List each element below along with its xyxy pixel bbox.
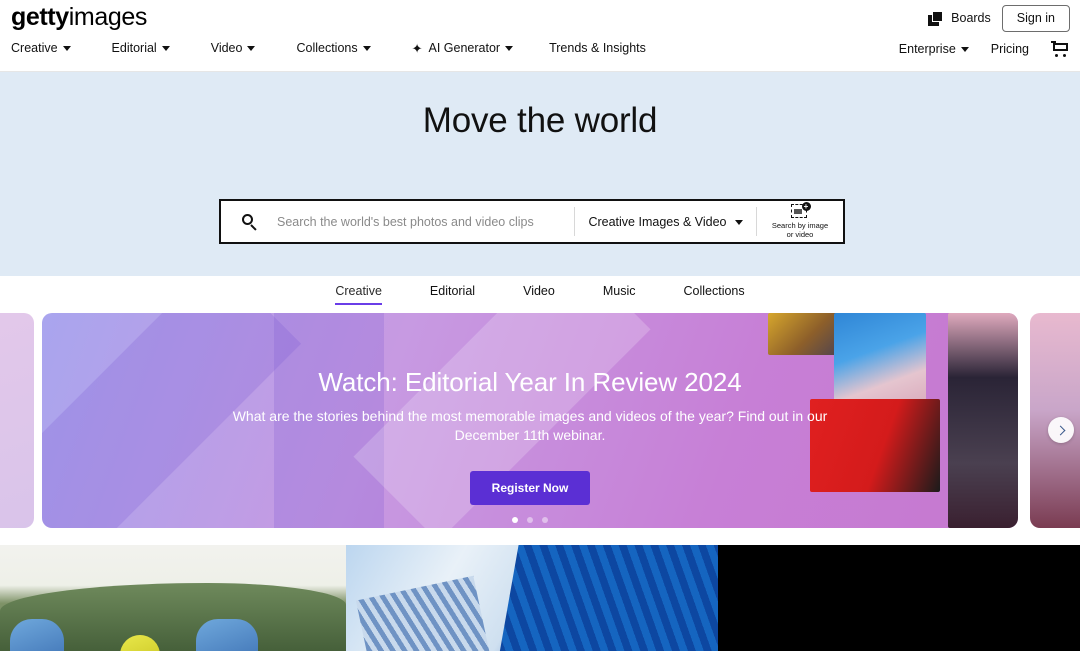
- chevron-down-icon: [505, 46, 514, 51]
- nav-item-trends-insights[interactable]: Trends & Insights: [549, 41, 646, 55]
- search-by-image-line2: or video: [786, 230, 814, 239]
- search-icon-wrapper: [221, 201, 277, 242]
- chevron-down-icon: [362, 46, 371, 51]
- chevron-right-icon: [1055, 425, 1065, 435]
- search-by-image-icon: +: [790, 202, 811, 220]
- carousel-dot-2[interactable]: [527, 516, 533, 523]
- promo-carousel: Watch: Editorial Year In Review 2024 Wha…: [0, 313, 1080, 545]
- carousel-previous-slide[interactable]: [0, 313, 34, 528]
- sparkle-icon: ✦: [411, 40, 423, 56]
- search-type-dropdown[interactable]: Creative Images & Video: [575, 201, 756, 242]
- tab-collections[interactable]: Collections: [683, 276, 744, 305]
- hiker-backpack-shape: [10, 619, 64, 651]
- tab-creative[interactable]: Creative: [335, 276, 382, 305]
- page-title: Move the world: [422, 101, 658, 140]
- glass-building-shape: [355, 575, 497, 651]
- hiker-backpack-shape: [196, 619, 258, 651]
- shopping-cart-icon[interactable]: [1051, 41, 1070, 57]
- nav-item-label: Creative: [11, 41, 58, 55]
- boards-label: Boards: [951, 11, 991, 26]
- search-by-image-button[interactable]: + Search by image or video: [757, 201, 843, 242]
- tab-editorial[interactable]: Editorial: [430, 276, 475, 305]
- black-panel[interactable]: [718, 545, 1080, 651]
- register-now-button[interactable]: Register Now: [469, 470, 591, 505]
- hikers-mountain-photo[interactable]: [0, 545, 346, 651]
- chevron-down-icon: [247, 46, 256, 51]
- chevron-down-icon: [161, 46, 170, 51]
- carousel-dot-1[interactable]: [512, 516, 518, 523]
- nav-item-creative[interactable]: Creative: [11, 41, 71, 55]
- nav-item-editorial[interactable]: Editorial: [112, 41, 170, 55]
- nav-item-ai-generator[interactable]: ✦ AI Generator: [411, 40, 514, 56]
- header-utility-group: Boards Sign in: [928, 5, 1070, 32]
- nav-left-group: Creative Editorial Video Collections ✦ A…: [0, 41, 646, 55]
- boards-stacked-icon: [928, 10, 944, 26]
- skyscraper-photo[interactable]: [346, 545, 718, 651]
- search-magnifier-icon: [241, 214, 257, 231]
- nav-item-video[interactable]: Video: [211, 41, 256, 55]
- carousel-pagination-dots: [512, 516, 548, 523]
- nav-item-label: Video: [210, 41, 243, 55]
- nav-item-pricing[interactable]: Pricing: [991, 42, 1029, 56]
- getty-images-homepage: gettyimages Boards Sign in Creative Edit…: [0, 0, 1080, 651]
- nav-item-label: Collections: [296, 41, 358, 55]
- site-header: gettyimages Boards Sign in Creative Edit…: [0, 0, 1080, 72]
- logo-normal-part: images: [68, 3, 148, 31]
- main-navigation: Creative Editorial Video Collections ✦ A…: [0, 41, 1080, 57]
- search-bar: Creative Images & Video + Search by imag…: [219, 199, 845, 244]
- getty-images-logo[interactable]: gettyimages: [11, 3, 147, 32]
- nav-item-label: Trends & Insights: [549, 41, 646, 55]
- editorial-photo-tile-2: [834, 313, 926, 408]
- nav-item-collections[interactable]: Collections: [296, 41, 371, 55]
- search-input[interactable]: [277, 201, 574, 242]
- nav-item-label: Editorial: [111, 41, 157, 55]
- logo-bold-part: getty: [11, 3, 69, 31]
- image-strip: [0, 545, 1080, 651]
- banner-subtitle: What are the stories behind the most mem…: [232, 408, 828, 443]
- nav-right-group: Enterprise Pricing: [899, 41, 1070, 57]
- chevron-down-icon: [734, 219, 743, 225]
- editorial-photo-tile-4: [948, 313, 1018, 528]
- category-tabs: Creative Editorial Video Music Collectio…: [0, 276, 1080, 313]
- carousel-next-button[interactable]: [1048, 417, 1074, 443]
- tab-video[interactable]: Video: [523, 276, 555, 305]
- nav-item-label: Enterprise: [898, 42, 956, 56]
- carousel-active-slide: Watch: Editorial Year In Review 2024 Wha…: [42, 313, 1018, 528]
- nav-item-label: Pricing: [990, 42, 1029, 56]
- chevron-down-icon: [62, 46, 71, 51]
- boards-button[interactable]: Boards: [928, 10, 991, 26]
- nav-item-label: AI Generator: [428, 41, 501, 55]
- banner-title: Watch: Editorial Year In Review 2024: [318, 367, 742, 397]
- nav-item-enterprise[interactable]: Enterprise: [899, 42, 969, 56]
- tab-music[interactable]: Music: [603, 276, 636, 305]
- hero-section: Move the world Creative Images & Video +…: [0, 72, 1080, 276]
- search-type-label: Creative Images & Video: [588, 214, 727, 229]
- chevron-down-icon: [960, 47, 969, 52]
- skyscraper-facade-shape: [493, 545, 718, 651]
- carousel-dot-3[interactable]: [542, 516, 548, 523]
- sign-in-button[interactable]: Sign in: [1001, 5, 1070, 32]
